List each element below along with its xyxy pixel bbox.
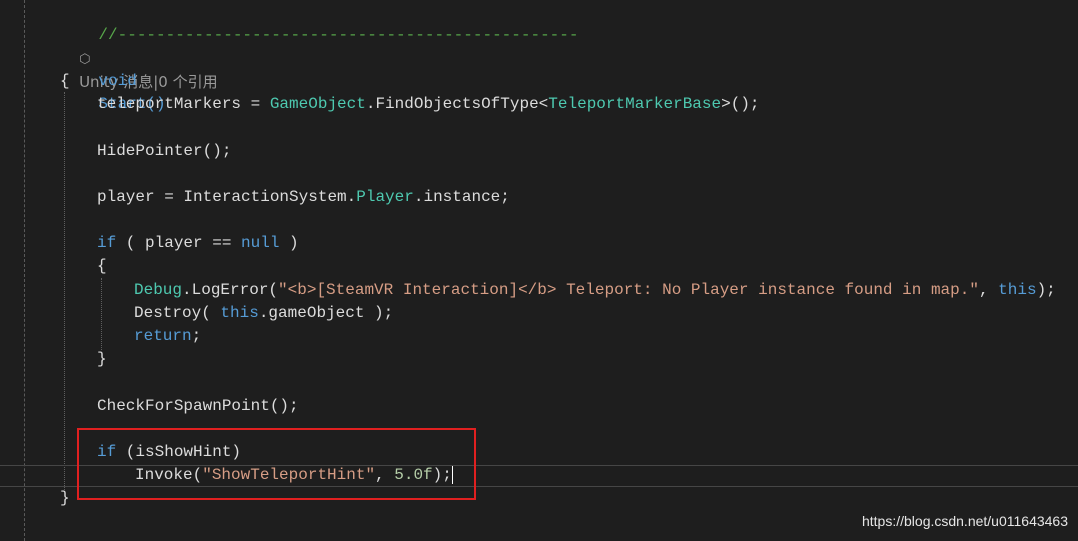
keyword-return: return [134,327,192,345]
keyword-void: void [98,72,137,90]
keyword-this: this [998,281,1037,299]
code-token: .instance; [413,188,510,206]
highlight-annotation-box [77,428,476,500]
code-token: .LogError( [182,281,279,299]
code-line-if-player-null[interactable]: if ( player == null ) [97,232,299,255]
code-token-type: TeleportMarkerBase [548,95,722,113]
code-line-check-spawn[interactable]: CheckForSpawnPoint(); [97,395,299,418]
method-brace-open[interactable]: { [60,70,70,93]
code-token: , [978,281,999,299]
keyword-null: null [241,234,280,252]
code-token: ); [1036,281,1056,299]
method-brace-close[interactable]: } [60,487,70,510]
code-line-debug-logerror[interactable]: Debug.LogError("<b>[SteamVR Interaction]… [134,279,1056,302]
code-token: .FindObjectsOfType< [365,95,549,113]
indent-guide-method [64,92,65,492]
code-token: player = InteractionSystem. [97,188,357,206]
code-token: ; [191,327,202,345]
code-token: ( player == [116,234,242,252]
indent-guide-if-block [101,278,102,350]
code-line-teleport-markers[interactable]: teleportMarkers = GameObject.FindObjects… [97,93,760,116]
code-token: ) [279,234,299,252]
comment-divider[interactable]: //--------------------------------------… [60,1,578,44]
code-line-return[interactable]: return; [134,325,201,348]
code-line-hide-pointer[interactable]: HidePointer(); [97,140,231,163]
code-line-player-instance[interactable]: player = InteractionSystem.Player.instan… [97,186,510,209]
keyword-this: this [220,304,259,322]
code-token: >(); [721,95,760,113]
code-line-destroy[interactable]: Destroy( this.gameObject ); [134,302,393,325]
code-token-type: Player [356,188,414,206]
if-brace-close[interactable]: } [97,348,107,371]
watermark-url: https://blog.csdn.net/u011643463 [861,513,1068,529]
method-signature[interactable]: void Start() [60,47,165,113]
outlining-margin [24,0,25,541]
code-token: .gameObject ); [258,304,394,322]
code-token-type: Debug [134,281,183,299]
code-editor[interactable]: //--------------------------------------… [0,0,1078,541]
string-literal: "<b>[SteamVR Interaction]</b> Teleport: … [278,281,979,299]
codelens[interactable]: ⬡ Unity 消息|0 个引用 [60,24,218,91]
keyword-if: if [97,234,117,252]
code-token: Destroy( [134,304,221,322]
code-token-type: GameObject [269,95,366,113]
if-brace-open[interactable]: { [97,255,107,278]
code-token: teleportMarkers = [97,95,270,113]
